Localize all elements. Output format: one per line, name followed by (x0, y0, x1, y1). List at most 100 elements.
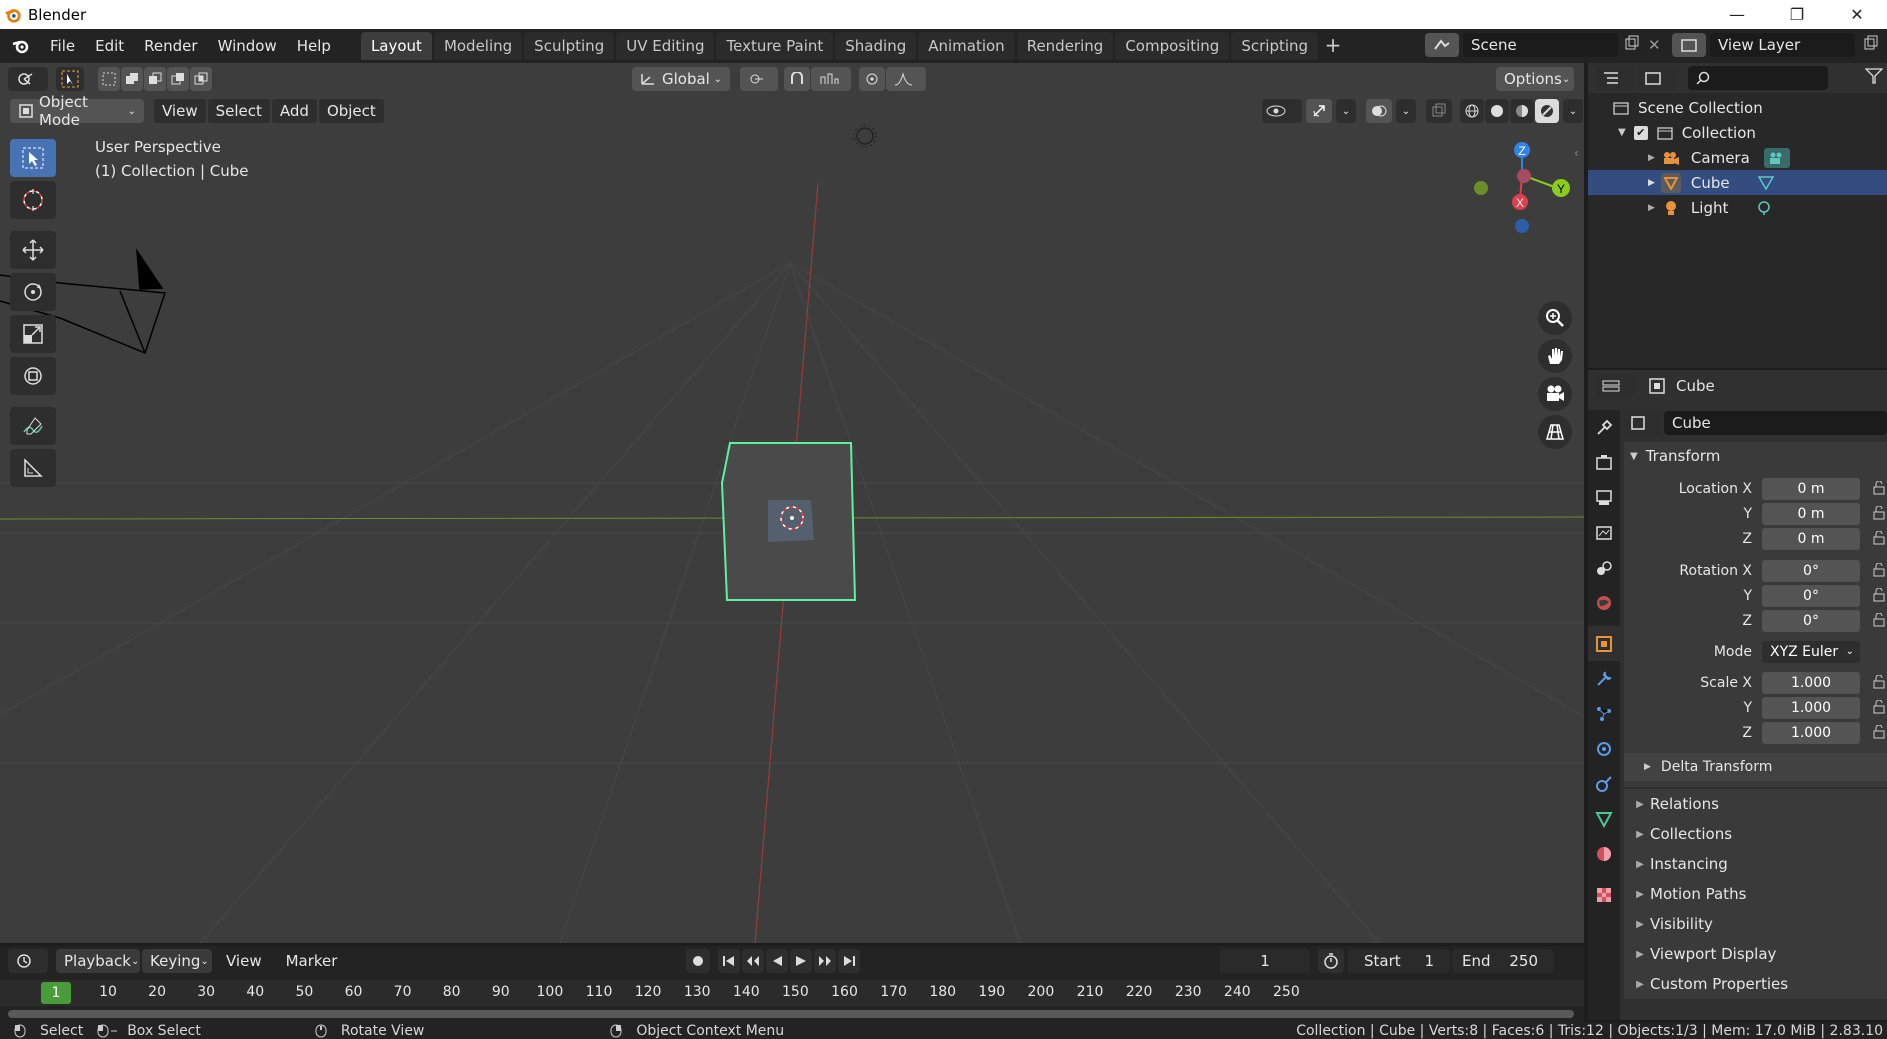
constraints-tab-icon[interactable] (1588, 766, 1620, 801)
expand-arrow-icon[interactable]: ▶ (1648, 153, 1655, 163)
display-mode-icon[interactable] (1638, 66, 1678, 90)
rotate-tool-icon[interactable] (10, 273, 56, 311)
world-tab-icon[interactable] (1588, 585, 1620, 620)
instancing-panel-header[interactable]: ▶ Instancing (1624, 849, 1887, 879)
jump-start-icon[interactable] (718, 949, 740, 973)
next-keyframe-icon[interactable] (814, 949, 836, 973)
lock-icon[interactable] (1872, 530, 1886, 549)
minimize-button[interactable]: — (1707, 0, 1767, 29)
tool-settings-tab-icon[interactable] (1588, 410, 1620, 445)
tab-uv-editing[interactable]: UV Editing (616, 32, 715, 60)
record-icon[interactable] (686, 949, 710, 973)
timeline-menu-marker[interactable]: Marker (278, 949, 346, 973)
viewport-menu-view[interactable]: View (154, 99, 206, 123)
scene-tab-icon[interactable] (1588, 550, 1620, 585)
viewport-menu-object[interactable]: Object (318, 99, 384, 123)
rendered-shading-icon[interactable] (1535, 99, 1559, 123)
scene-delete-icon[interactable]: ✕ (1648, 36, 1661, 54)
menu-window[interactable]: Window (208, 33, 287, 59)
view-layer-tab-icon[interactable] (1588, 515, 1620, 550)
end-frame-field[interactable]: End 250 (1452, 949, 1554, 973)
xray-toggle-icon[interactable] (1426, 99, 1452, 123)
object-data-tab-icon[interactable] (1588, 801, 1620, 836)
location-x-field[interactable]: 0 m (1762, 477, 1860, 500)
output-tab-icon[interactable] (1588, 480, 1620, 515)
lock-icon[interactable] (1872, 505, 1886, 524)
wireframe-shading-icon[interactable] (1460, 99, 1484, 123)
solid-shading-icon[interactable] (1485, 99, 1509, 123)
view-layer-name-field[interactable]: View Layer (1710, 33, 1855, 57)
keying-menu[interactable]: Keying ⌄ (142, 949, 212, 973)
3d-viewport[interactable]: Z Y X Global ⌄ Options ⌄ Object Mode ⌄ V… (0, 63, 1584, 943)
select-tool-icon[interactable] (56, 67, 84, 91)
object-tab-icon[interactable] (1588, 626, 1620, 661)
menu-edit[interactable]: Edit (85, 33, 134, 59)
particles-tab-icon[interactable] (1588, 696, 1620, 731)
move-tool-icon[interactable] (10, 231, 56, 269)
camera-view-icon[interactable] (1538, 377, 1572, 411)
play-reverse-icon[interactable] (766, 949, 788, 973)
tab-shading[interactable]: Shading (835, 32, 917, 60)
scale-tool-icon[interactable] (10, 315, 56, 353)
chevron-down-icon[interactable]: ⌄ (1563, 99, 1583, 123)
material-shading-icon[interactable] (1510, 99, 1534, 123)
timeline-editor-type-icon[interactable] (8, 949, 48, 973)
location-y-field[interactable]: 0 m (1762, 502, 1860, 525)
tab-sculpting[interactable]: Sculpting (524, 32, 615, 60)
collection-checkbox[interactable]: ✔ (1633, 125, 1648, 140)
scale-y-field[interactable]: 1.000 (1762, 696, 1860, 719)
playback-menu[interactable]: Playback ⌄ (56, 949, 140, 973)
timeline-ruler[interactable]: 1 10 20 30 40 50 60 70 80 90 100 110 120 130 140 150 16… (0, 980, 1584, 1006)
stopwatch-icon[interactable] (1318, 949, 1344, 973)
viewport-menu-add[interactable]: Add (271, 99, 317, 123)
intersect-selection-icon[interactable] (190, 67, 212, 91)
editor-type-icon[interactable] (8, 67, 48, 91)
lock-icon[interactable] (1872, 674, 1886, 693)
lock-icon[interactable] (1872, 562, 1886, 581)
invert-selection-icon[interactable] (167, 67, 189, 91)
tab-scripting[interactable]: Scripting (1231, 32, 1319, 60)
tab-texture-paint[interactable]: Texture Paint (716, 32, 834, 60)
viewport-menu-select[interactable]: Select (207, 99, 270, 123)
close-button[interactable]: ✕ (1827, 0, 1887, 29)
menu-render[interactable]: Render (134, 33, 207, 59)
proportional-falloff-icon[interactable] (886, 67, 926, 91)
cursor-tool-icon[interactable] (10, 181, 56, 219)
measure-tool-icon[interactable] (10, 449, 56, 487)
material-tab-icon[interactable] (1588, 836, 1620, 871)
scale-z-field[interactable]: 1.000 (1762, 721, 1860, 744)
perspective-toggle-icon[interactable] (1538, 415, 1572, 449)
transform-orientation-dropdown[interactable]: Global ⌄ (632, 67, 730, 91)
lock-icon[interactable] (1872, 699, 1886, 718)
pivot-point-icon[interactable] (740, 67, 778, 91)
outliner-editor-type-icon[interactable] (1596, 66, 1634, 90)
lock-icon[interactable] (1872, 587, 1886, 606)
collection-row[interactable]: ▼ ✔ Collection (1588, 120, 1887, 145)
relations-panel-header[interactable]: ▶ Relations (1624, 789, 1887, 819)
object-name-field[interactable]: Cube (1664, 411, 1887, 435)
overlays-toggle-icon[interactable] (1366, 99, 1392, 123)
rotation-z-field[interactable]: 0° (1762, 609, 1860, 632)
tab-modeling[interactable]: Modeling (433, 32, 523, 60)
visibility-panel-header[interactable]: ▶ Visibility (1624, 909, 1887, 939)
collections-panel-header[interactable]: ▶ Collections (1624, 819, 1887, 849)
timeline-scrollbar[interactable] (8, 1010, 1574, 1018)
object-browse-icon[interactable] (1624, 411, 1662, 435)
view-layer-copy-icon[interactable] (1863, 35, 1879, 55)
location-z-field[interactable]: 0 m (1762, 527, 1860, 550)
current-frame-field[interactable]: 1 (1220, 949, 1310, 973)
scene-name-field[interactable]: Scene (1463, 33, 1618, 57)
delta-transform-header[interactable]: ▶ Delta Transform (1624, 753, 1887, 781)
zoom-icon[interactable] (1538, 301, 1572, 335)
pan-hand-icon[interactable] (1538, 339, 1572, 373)
scale-x-field[interactable]: 1.000 (1762, 671, 1860, 694)
sidebar-toggle-icon[interactable]: ‹ (1574, 146, 1579, 160)
viewport-display-panel-header[interactable]: ▶ Viewport Display (1624, 939, 1887, 969)
collapse-arrow-icon[interactable]: ▼ (1618, 127, 1626, 138)
lock-icon[interactable] (1872, 612, 1886, 631)
play-icon[interactable] (790, 949, 812, 973)
motion-paths-panel-header[interactable]: ▶ Motion Paths (1624, 879, 1887, 909)
expand-arrow-icon[interactable]: ▶ (1648, 203, 1655, 213)
scene-collection-row[interactable]: Scene Collection (1588, 95, 1887, 120)
transform-tool-icon[interactable] (10, 357, 56, 395)
